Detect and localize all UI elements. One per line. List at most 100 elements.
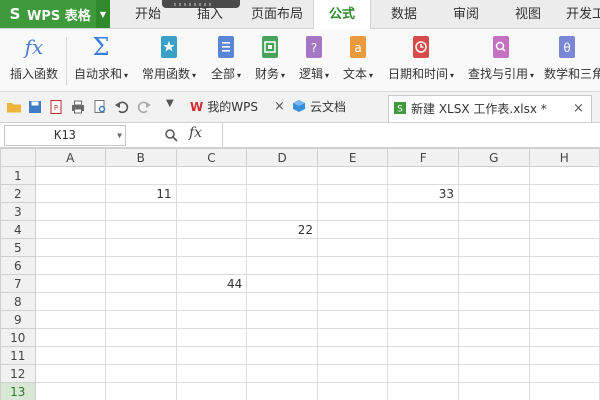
redo-icon[interactable] — [136, 99, 152, 115]
save-icon[interactable] — [27, 99, 43, 115]
cell-c3[interactable] — [175, 202, 248, 221]
cell-g10[interactable] — [458, 328, 530, 347]
cell-g7[interactable] — [458, 274, 530, 293]
doc-tab-workbook[interactable]: S 新建 XLSX 工作表.xlsx * × — [388, 95, 592, 122]
tab-developer[interactable]: 开发工 — [566, 0, 600, 28]
column-header-d[interactable]: D — [246, 148, 318, 167]
name-box[interactable]: K13 ▼ — [4, 125, 126, 146]
cell-d8[interactable] — [246, 292, 318, 311]
zoom-search-icon[interactable] — [164, 128, 178, 142]
fx-icon[interactable]: fx — [189, 125, 202, 141]
column-header-a[interactable]: A — [34, 148, 106, 167]
cell-a10[interactable] — [34, 328, 106, 347]
cell-e13[interactable] — [316, 382, 389, 400]
cell-g4[interactable] — [458, 220, 530, 239]
tab-insert[interactable]: 插入 — [188, 0, 232, 28]
row-header-13[interactable]: 13 — [0, 382, 36, 400]
cell-g8[interactable] — [458, 292, 530, 311]
doc-tab-my-wps[interactable]: W 我的WPS × — [190, 96, 286, 118]
cell-h3[interactable] — [528, 202, 600, 221]
cell-g11[interactable] — [458, 346, 530, 365]
cell-b6[interactable] — [104, 256, 177, 275]
lookup-reference-button[interactable]: 查找与引用 ▾ — [462, 33, 540, 89]
cell-b4[interactable] — [104, 220, 177, 239]
cell-d6[interactable] — [246, 256, 318, 275]
cell-a7[interactable] — [34, 274, 106, 293]
column-header-b[interactable]: B — [104, 148, 177, 167]
cell-h10[interactable] — [528, 328, 600, 347]
formula-input[interactable] — [222, 123, 600, 147]
autosum-button[interactable]: Σ 自动求和 ▾ — [70, 33, 132, 89]
cell-h9[interactable] — [528, 310, 600, 329]
cell-f3[interactable] — [387, 202, 460, 221]
cell-c10[interactable] — [175, 328, 248, 347]
cell-d13[interactable] — [246, 382, 318, 400]
cell-e11[interactable] — [316, 346, 389, 365]
cell-e10[interactable] — [316, 328, 389, 347]
cell-b10[interactable] — [104, 328, 177, 347]
insert-function-button[interactable]: fx 插入函数 — [6, 33, 62, 89]
export-pdf-icon[interactable]: P — [48, 99, 64, 115]
tab-review[interactable]: 审阅 — [444, 0, 488, 28]
cell-c6[interactable] — [175, 256, 248, 275]
cell-d5[interactable] — [246, 238, 318, 257]
cell-f11[interactable] — [387, 346, 460, 365]
cell-a4[interactable] — [34, 220, 106, 239]
cell-d2[interactable] — [246, 184, 318, 203]
cell-h12[interactable] — [528, 364, 600, 383]
cell-a5[interactable] — [34, 238, 106, 257]
cell-d7[interactable] — [246, 274, 318, 293]
cell-a11[interactable] — [34, 346, 106, 365]
cell-g13[interactable] — [458, 382, 530, 400]
cell-e8[interactable] — [316, 292, 389, 311]
cell-f4[interactable] — [387, 220, 460, 239]
cell-h7[interactable] — [528, 274, 600, 293]
cell-b8[interactable] — [104, 292, 177, 311]
tab-home[interactable]: 开始 — [124, 0, 172, 28]
cell-c8[interactable] — [175, 292, 248, 311]
cell-f9[interactable] — [387, 310, 460, 329]
cell-f5[interactable] — [387, 238, 460, 257]
date-time-functions-button[interactable]: 日期和时间 ▾ — [382, 33, 460, 89]
math-trig-button[interactable]: θ 数学和三角 — [544, 33, 600, 89]
select-all-corner[interactable] — [0, 148, 36, 167]
row-header-6[interactable]: 6 — [0, 256, 36, 275]
cell-c1[interactable] — [175, 166, 248, 185]
open-folder-icon[interactable] — [6, 99, 22, 115]
tab-view[interactable]: 视图 — [506, 0, 550, 28]
cell-a6[interactable] — [34, 256, 106, 275]
cell-c2[interactable] — [175, 184, 248, 203]
cell-d9[interactable] — [246, 310, 318, 329]
cell-a8[interactable] — [34, 292, 106, 311]
cell-c12[interactable] — [175, 364, 248, 383]
tab-formulas[interactable]: 公式 — [313, 0, 371, 29]
financial-functions-button[interactable]: 财务 ▾ — [250, 33, 290, 89]
cell-a2[interactable] — [34, 184, 106, 203]
cell-f12[interactable] — [387, 364, 460, 383]
cell-e3[interactable] — [316, 202, 389, 221]
logical-functions-button[interactable]: ? 逻辑 ▾ — [294, 33, 334, 89]
cell-e1[interactable] — [316, 166, 389, 185]
column-header-c[interactable]: C — [175, 148, 248, 167]
close-icon[interactable]: × — [573, 96, 584, 122]
cell-d10[interactable] — [246, 328, 318, 347]
cell-d4[interactable]: 22 — [246, 220, 318, 239]
tab-page-layout[interactable]: 页面布局 — [244, 0, 310, 28]
cell-a9[interactable] — [34, 310, 106, 329]
cell-f13[interactable] — [387, 382, 460, 400]
cell-h11[interactable] — [528, 346, 600, 365]
column-header-h[interactable]: H — [528, 148, 600, 167]
cell-b2[interactable]: 11 — [104, 184, 177, 203]
cell-a13[interactable] — [34, 382, 106, 400]
cell-e5[interactable] — [316, 238, 389, 257]
cell-b1[interactable] — [104, 166, 177, 185]
cell-h2[interactable] — [528, 184, 600, 203]
cell-e12[interactable] — [316, 364, 389, 383]
row-header-8[interactable]: 8 — [0, 292, 36, 311]
common-functions-button[interactable]: 常用函数 ▾ — [138, 33, 200, 89]
cell-f10[interactable] — [387, 328, 460, 347]
cell-g3[interactable] — [458, 202, 530, 221]
cell-h1[interactable] — [528, 166, 600, 185]
column-header-g[interactable]: G — [458, 148, 530, 167]
cell-d1[interactable] — [246, 166, 318, 185]
